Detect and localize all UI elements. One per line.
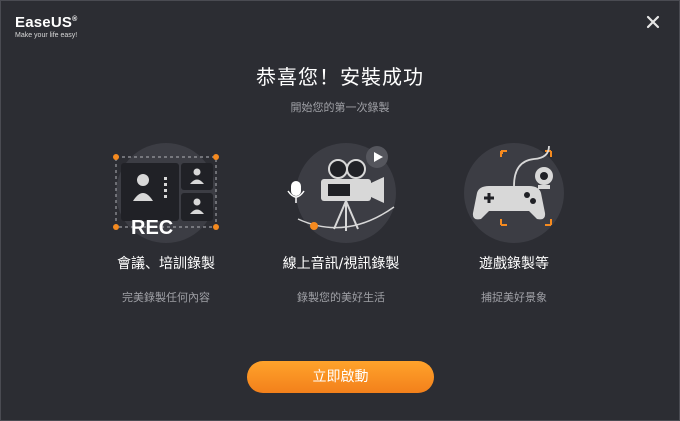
meeting-recording-icon: REC [113,143,219,243]
feature-game: 遊戲錄製等 捕捉美好景象 [414,141,614,305]
easeus-logo: EaseUS® Make your life easy! [15,12,77,40]
brand-name: EaseUS [15,14,73,31]
feature-av: 線上音訊/視訊錄製 錄製您的美好生活 [241,141,441,305]
close-icon[interactable] [645,14,661,30]
video-camera-icon [287,143,396,243]
game-recording-illustration [449,141,579,249]
feature-av-desc: 錄製您的美好生活 [297,291,385,304]
page-title: 恭喜您！安裝成功 [256,65,424,89]
start-now-button[interactable]: 立即啟動 [247,361,434,393]
feature-meeting: REC 會議、培訓錄製 完美錄製任何內容 [66,141,266,305]
av-recording-illustration [276,141,406,249]
rec-label: REC [131,217,173,239]
page-subtitle: 開始您的第一次錄製 [290,101,390,114]
feature-game-desc: 捕捉美好景象 [481,291,547,304]
feature-av-title: 線上音訊/視訊錄製 [282,256,400,272]
brand-tagline: Make your life easy! [15,32,78,39]
meeting-recording-illustration: REC [101,141,231,249]
gamepad-icon [464,143,564,243]
installer-window: EaseUS® Make your life easy! 恭喜您！安裝成功 開始… [0,0,680,421]
feature-meeting-title: 會議、培訓錄製 [117,256,215,272]
registered-mark: ® [72,16,78,23]
feature-meeting-desc: 完美錄製任何內容 [122,291,210,304]
feature-game-title: 遊戲錄製等 [479,256,549,272]
